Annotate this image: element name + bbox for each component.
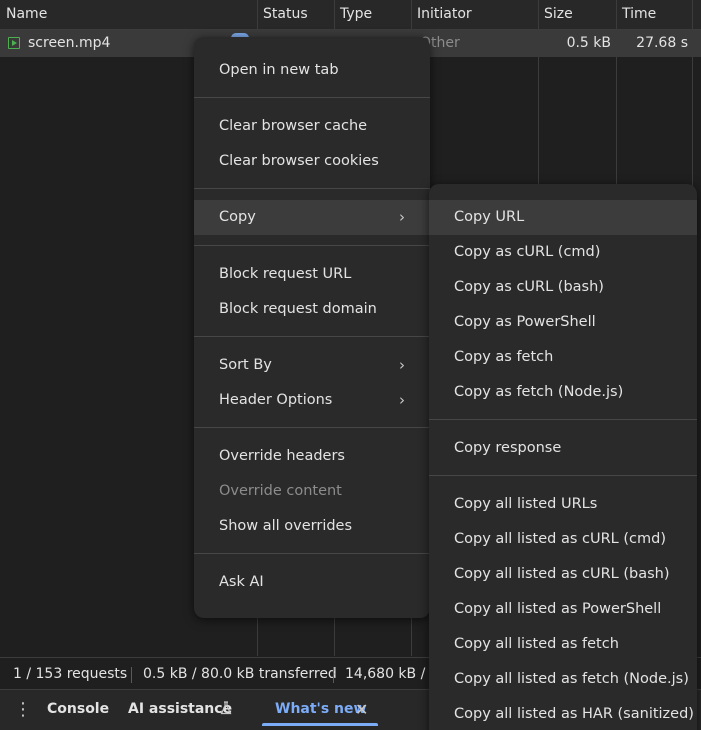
menu-item-copy-fetch-nodejs[interactable]: Copy as fetch (Node.js) — [429, 375, 697, 410]
menu-separator — [194, 336, 430, 337]
active-tab-indicator — [262, 723, 378, 726]
tab-console[interactable]: Console — [47, 690, 109, 729]
menu-item-sort-by[interactable]: Sort By › — [194, 348, 430, 383]
menu-item-override-headers[interactable]: Override headers — [194, 439, 430, 474]
status-divider — [333, 667, 334, 683]
request-count: 1 / 153 requests — [13, 666, 128, 682]
menu-item-copy-curl-bash[interactable]: Copy as cURL (bash) — [429, 270, 697, 305]
media-file-icon — [8, 37, 20, 49]
menu-separator — [194, 97, 430, 98]
menu-separator — [194, 553, 430, 554]
menu-item-copy-all-fetch-nodejs[interactable]: Copy all listed as fetch (Node.js) — [429, 662, 697, 697]
menu-item-clear-cache[interactable]: Clear browser cache — [194, 109, 430, 144]
request-time: 27.68 s — [636, 35, 688, 51]
menu-item-block-request-url[interactable]: Block request URL — [194, 257, 430, 292]
menu-item-copy-all-curl-cmd[interactable]: Copy all listed as cURL (cmd) — [429, 522, 697, 557]
menu-separator — [429, 475, 697, 476]
menu-item-copy-all-powershell[interactable]: Copy all listed as PowerShell — [429, 592, 697, 627]
menu-item-copy[interactable]: Copy › — [194, 200, 430, 235]
status-divider — [131, 667, 132, 683]
menu-item-block-request-domain[interactable]: Block request domain — [194, 292, 430, 327]
devtools-network-panel: Name Status Type Initiator Size Time scr… — [0, 0, 701, 730]
menu-item-sort-by-label: Sort By — [219, 357, 272, 373]
column-header-type[interactable]: Type — [334, 0, 411, 29]
flask-icon — [220, 701, 232, 715]
menu-separator — [194, 427, 430, 428]
column-header-initiator[interactable]: Initiator — [411, 0, 538, 29]
menu-item-header-options[interactable]: Header Options › — [194, 383, 430, 418]
context-menu: Open in new tab Clear browser cache Clea… — [194, 37, 430, 618]
request-name[interactable]: screen.mp4 — [28, 30, 110, 57]
column-header-time[interactable]: Time — [616, 0, 701, 29]
menu-item-copy-all-curl-bash[interactable]: Copy all listed as cURL (bash) — [429, 557, 697, 592]
menu-item-copy-label: Copy — [219, 209, 256, 225]
transferred-size: 0.5 kB / 80.0 kB transferred — [143, 666, 337, 682]
menu-item-copy-fetch[interactable]: Copy as fetch — [429, 340, 697, 375]
menu-item-copy-powershell[interactable]: Copy as PowerShell — [429, 305, 697, 340]
chevron-right-icon: › — [399, 208, 405, 226]
copy-submenu: Copy URL Copy as cURL (cmd) Copy as cURL… — [429, 184, 697, 730]
menu-item-ask-ai[interactable]: Ask AI — [194, 565, 430, 600]
tab-ai-assistance[interactable]: AI assistance — [128, 690, 232, 729]
resources-size: 14,680 kB / 3 — [345, 666, 439, 682]
menu-item-copy-url[interactable]: Copy URL — [429, 200, 697, 235]
column-header-size[interactable]: Size — [538, 0, 616, 29]
menu-item-show-all-overrides[interactable]: Show all overrides — [194, 509, 430, 544]
menu-item-open-in-new-tab[interactable]: Open in new tab — [194, 53, 430, 88]
menu-separator — [194, 245, 430, 246]
menu-item-copy-all-fetch[interactable]: Copy all listed as fetch — [429, 627, 697, 662]
menu-item-header-options-label: Header Options — [219, 392, 333, 408]
column-header-name[interactable]: Name — [0, 0, 257, 29]
more-vertical-icon[interactable]: ⋮ — [14, 690, 32, 729]
request-size: 0.5 kB — [566, 35, 611, 51]
menu-separator — [194, 188, 430, 189]
chevron-right-icon: › — [399, 391, 405, 409]
menu-item-copy-all-urls[interactable]: Copy all listed URLs — [429, 487, 697, 522]
column-header-status[interactable]: Status — [257, 0, 334, 29]
chevron-right-icon: › — [399, 356, 405, 374]
menu-item-override-content: Override content — [219, 483, 342, 499]
menu-separator — [429, 419, 697, 420]
menu-item-copy-curl-cmd[interactable]: Copy as cURL (cmd) — [429, 235, 697, 270]
menu-item-copy-all-har[interactable]: Copy all listed as HAR (sanitized) — [429, 697, 697, 730]
network-table-header: Name Status Type Initiator Size Time — [0, 0, 701, 30]
menu-item-copy-response[interactable]: Copy response — [429, 431, 697, 466]
menu-item-clear-cookies[interactable]: Clear browser cookies — [194, 144, 430, 179]
